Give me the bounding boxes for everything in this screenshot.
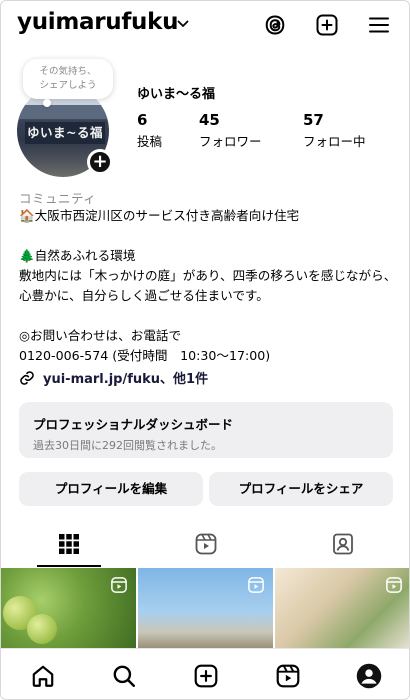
stat-followers-label: フォロワー (199, 134, 262, 149)
avatar-sign-text: ゆいま~る福 (25, 122, 105, 144)
grid-post-thumbnail[interactable] (138, 568, 273, 648)
posts-grid (1, 568, 409, 648)
dashboard-title: プロフェッショナルダッシュボード (33, 417, 234, 432)
profile-icon[interactable] (354, 661, 384, 691)
create-icon[interactable] (314, 12, 340, 38)
tab-reels[interactable] (138, 521, 274, 567)
share-profile-button[interactable]: プロフィールをシェア (209, 472, 393, 506)
dashboard-subtitle: 過去30日間に292回閲覧されました。 (33, 439, 222, 452)
bottom-navigation (1, 648, 409, 699)
grid-post-thumbnail[interactable] (275, 568, 409, 648)
reels-icon (195, 533, 217, 555)
tab-grid[interactable] (1, 521, 137, 567)
stat-posts[interactable]: 6 投稿 (137, 111, 162, 150)
profile-category: コミュニティ (19, 191, 97, 206)
link-icon (20, 370, 34, 385)
app-screen: yuimarufuku ゆいま~る福 その気持ち、 シェアしよう + ゆいま〜る… (0, 0, 410, 700)
stat-following-count: 57 (303, 111, 324, 129)
bio-link-text: yui-marl.jp/fuku、他1件 (43, 372, 209, 387)
edit-profile-button[interactable]: プロフィールを編集 (19, 472, 203, 506)
stat-following[interactable]: 57 フォロー中 (303, 111, 366, 150)
grid-post-thumbnail[interactable] (1, 568, 136, 648)
home-icon[interactable] (28, 661, 58, 691)
reel-badge-icon (386, 577, 402, 593)
professional-dashboard-card[interactable]: プロフェッショナルダッシュボード 過去30日間に292回閲覧されました。 (19, 402, 393, 458)
active-tab-indicator (37, 565, 101, 567)
note-bubble[interactable]: その気持ち、 シェアしよう (23, 59, 113, 99)
stat-followers[interactable]: 45 フォロワー (199, 111, 262, 150)
display-name: ゆいま〜る福 (137, 87, 216, 102)
stat-posts-count: 6 (137, 111, 148, 129)
stat-followers-count: 45 (199, 111, 220, 129)
reel-badge-icon (248, 577, 264, 593)
note-bubble-tail (43, 99, 51, 107)
tab-tagged[interactable] (275, 521, 409, 567)
fruit-shape (27, 614, 57, 644)
profile-bio: 🏠大阪市西淀川区のサービス付き高齢者向け住宅 🌲自然あふれる環境 敷地内には「木… (19, 208, 397, 363)
bio-link[interactable]: yui-marl.jp/fuku、他1件 (19, 368, 208, 387)
create-icon[interactable] (191, 661, 221, 691)
stat-posts-label: 投稿 (137, 134, 163, 149)
reel-badge-icon (111, 577, 127, 593)
threads-icon[interactable] (262, 12, 288, 38)
stat-following-label: フォロー中 (303, 134, 366, 149)
add-story-icon[interactable]: + (87, 149, 113, 175)
account-username[interactable]: yuimarufuku (17, 9, 179, 35)
top-bar: yuimarufuku (1, 1, 409, 51)
chevron-down-icon[interactable] (177, 18, 189, 30)
tagged-icon (333, 533, 353, 555)
profile-tabs (1, 521, 409, 567)
avatar-building-roof (17, 105, 109, 119)
search-icon[interactable] (109, 661, 139, 691)
note-line-1: その気持ち、 (39, 66, 97, 77)
note-line-2: シェアしよう (39, 80, 97, 91)
menu-icon[interactable] (366, 12, 392, 38)
grid-icon (59, 534, 79, 554)
reels-icon[interactable] (273, 661, 303, 691)
